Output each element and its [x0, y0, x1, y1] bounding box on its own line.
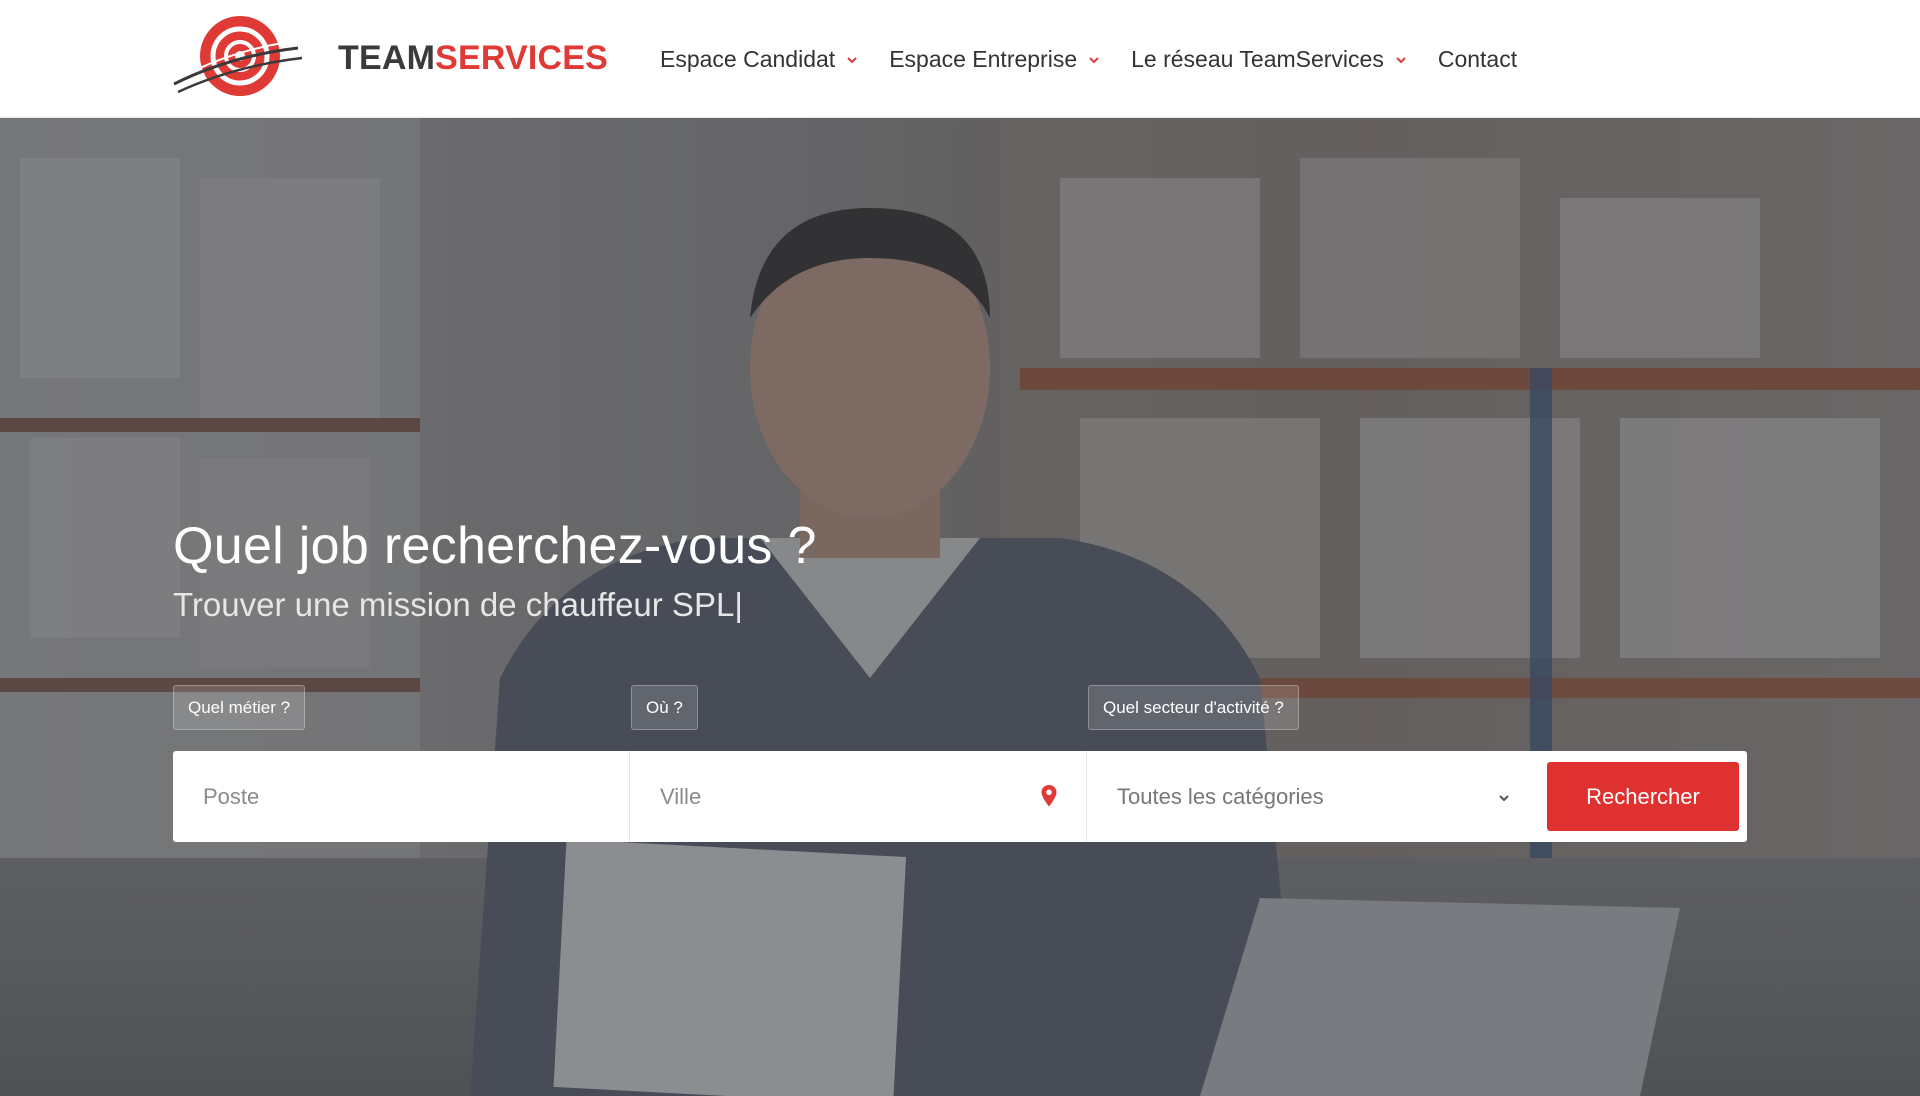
- poste-field-wrapper: [173, 751, 630, 842]
- chevron-down-icon: [1089, 57, 1099, 64]
- brand-name: TEAMSERVICES: [338, 39, 608, 78]
- typing-caret: |: [734, 586, 743, 623]
- hero-section: Quel job recherchez-vous ? Trouver une m…: [0, 118, 1920, 1096]
- nav-item-reseau[interactable]: Le réseau TeamServices: [1131, 46, 1408, 73]
- nav-item-espace-candidat[interactable]: Espace Candidat: [660, 46, 859, 73]
- nav-item-contact[interactable]: Contact: [1438, 46, 1517, 73]
- job-search-form: Toutes les catégories Rechercher: [173, 751, 1747, 842]
- ville-input[interactable]: [630, 751, 1086, 842]
- categorie-select[interactable]: Toutes les catégories: [1087, 751, 1545, 842]
- ville-field-wrapper: [630, 751, 1087, 842]
- categorie-selected-value: Toutes les catégories: [1117, 783, 1324, 809]
- brand-name-part2: SERVICES: [435, 38, 609, 77]
- brand-name-part1: TEAM: [338, 38, 436, 77]
- nav-item-label: Le réseau TeamServices: [1131, 45, 1384, 72]
- hero-subtitle-text: Trouver une mission de chauffeur SPL: [173, 586, 735, 623]
- rechercher-button[interactable]: Rechercher: [1547, 762, 1739, 831]
- teamservices-logo-icon: [173, 16, 303, 96]
- site-header: TEAMSERVICES Espace Candidat Espace Entr…: [0, 0, 1920, 118]
- chevron-down-icon: [1396, 57, 1406, 64]
- map-pin-icon: [1041, 785, 1057, 807]
- nav-item-label: Espace Candidat: [660, 45, 836, 72]
- label-metier: Quel métier ?: [173, 685, 306, 730]
- label-ou: Où ?: [631, 685, 698, 730]
- label-secteur: Quel secteur d'activité ?: [1088, 685, 1299, 730]
- nav-item-label: Contact: [1437, 45, 1518, 72]
- main-nav: Espace Candidat Espace Entreprise Le rés…: [660, 0, 1517, 118]
- nav-item-espace-entreprise[interactable]: Espace Entreprise: [889, 46, 1101, 73]
- chevron-down-icon: [847, 57, 857, 64]
- hero-subtitle: Trouver une mission de chauffeur SPL|: [173, 586, 743, 624]
- hero-title: Quel job recherchez-vous ?: [173, 517, 817, 575]
- teamservices-logo[interactable]: TEAMSERVICES: [170, 12, 610, 104]
- poste-input[interactable]: [173, 751, 629, 842]
- nav-item-label: Espace Entreprise: [889, 45, 1078, 72]
- chevron-down-icon: [1499, 795, 1509, 802]
